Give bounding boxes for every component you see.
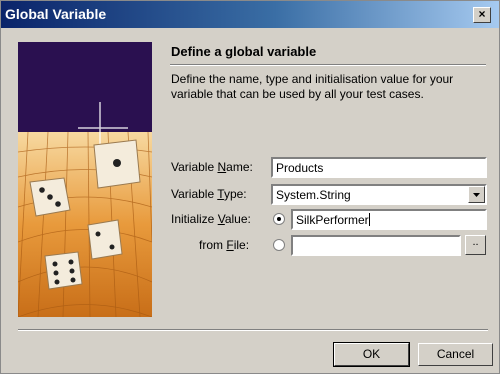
variable-name-label: Variable Name:: [171, 160, 253, 174]
footer-divider: [18, 329, 488, 331]
section-title: Define a global variable: [171, 44, 317, 59]
text-caret: [368, 213, 370, 226]
from-file-input[interactable]: [291, 235, 461, 256]
header-divider: [170, 64, 486, 66]
initialize-value-text: SilkPerformer: [296, 213, 369, 227]
cancel-button[interactable]: Cancel: [418, 343, 493, 366]
close-button[interactable]: ×: [473, 7, 491, 23]
initialize-value-input[interactable]: SilkPerformer: [291, 209, 487, 230]
variable-name-input[interactable]: Products: [271, 157, 487, 178]
from-file-label: from File:: [199, 238, 250, 252]
variable-type-value: System.String: [276, 188, 351, 202]
chevron-down-icon[interactable]: [468, 186, 485, 203]
initialize-value-radio[interactable]: [273, 213, 285, 225]
title-bar[interactable]: Global Variable ×: [1, 1, 499, 28]
radio-selected-dot: [277, 217, 281, 221]
browse-button[interactable]: ..: [465, 235, 486, 255]
close-icon: ×: [478, 7, 486, 21]
variable-type-label: Variable Type:: [171, 187, 247, 201]
window-title: Global Variable: [5, 6, 107, 22]
from-file-radio[interactable]: [273, 239, 285, 251]
global-variable-dialog: Global Variable × Define a global variab…: [0, 0, 500, 374]
section-description: Define the name, type and initialisation…: [171, 72, 454, 101]
ok-button[interactable]: OK: [333, 342, 410, 367]
dice-illustration: [18, 42, 152, 317]
initialize-value-label: Initialize Value:: [171, 212, 251, 226]
variable-type-select[interactable]: System.String: [271, 184, 487, 205]
